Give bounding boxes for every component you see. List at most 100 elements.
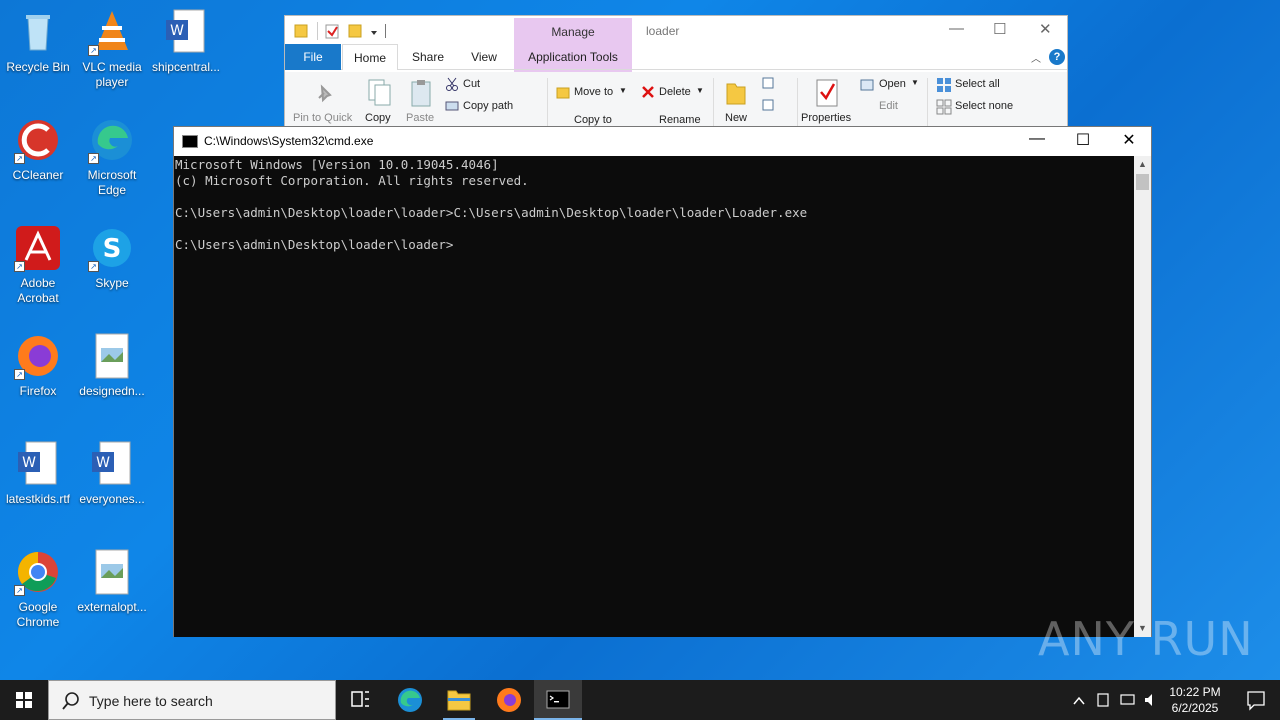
cmd-close-button[interactable]: ✕ (1106, 130, 1152, 150)
tray-icons (1073, 693, 1152, 707)
desktop-icon-shipcentral[interactable]: W shipcentral... (148, 8, 224, 75)
move-to-button[interactable]: Move to (574, 86, 613, 98)
collapse-ribbon-icon[interactable]: ︿ (1031, 50, 1041, 65)
taskbar-edge-button[interactable] (386, 680, 434, 720)
task-view-icon (351, 691, 369, 707)
desktop-icon-recycle-bin[interactable]: Recycle Bin (0, 8, 76, 75)
taskbar-search-box[interactable]: Type here to search (48, 680, 336, 720)
cmd-title-bar[interactable]: C:\Windows\System32\cmd.exe — ☐ ✕ (174, 127, 1151, 156)
desktop-icon-label: latestkids.rtf (5, 492, 71, 506)
taskbar: Type here to search 10:22 PM 6/2/2025 (0, 680, 1280, 720)
select-all-icon (937, 78, 951, 92)
console-scrollbar[interactable]: ▲ ▼ (1134, 156, 1151, 637)
cmd-minimize-button[interactable]: — (1014, 130, 1060, 148)
console-prompt-line: C:\Users\admin\Desktop\loader\loader> (175, 237, 454, 252)
desktop-icon-label: Recycle Bin (6, 60, 70, 74)
paste-button[interactable]: Paste (406, 112, 434, 124)
properties-icon (816, 79, 838, 107)
desktop-icon-adobe-acrobat[interactable]: ↗ Adobe Acrobat (0, 224, 76, 306)
clock-date: 6/2/2025 (1171, 701, 1219, 715)
open-button[interactable]: Open (879, 78, 906, 90)
ccleaner-icon: ↗ (14, 116, 62, 164)
cut-button[interactable]: Cut (463, 78, 480, 90)
edit-button[interactable]: Edit (879, 100, 898, 112)
desktop-icon-externalopt[interactable]: externalopt... (74, 548, 150, 615)
desktop-icon-designedn[interactable]: designedn... (74, 332, 150, 399)
desktop-icon-firefox[interactable]: ↗ Firefox (0, 332, 76, 399)
pin-to-quick-access-button[interactable]: Pin to Quick (293, 112, 352, 124)
manage-tab-label[interactable]: Manage (514, 25, 632, 39)
pin-icon (318, 84, 332, 103)
tab-file[interactable]: File (285, 44, 341, 70)
explorer-title-bar[interactable]: Manage loader — ☐ ✕ (285, 16, 1067, 44)
device-icon (1097, 693, 1109, 707)
image-file-icon (88, 332, 136, 380)
desktop-icon-google-chrome[interactable]: ↗ Google Chrome (0, 548, 76, 630)
search-icon (62, 692, 79, 710)
console-output[interactable]: Microsoft Windows [Version 10.0.19045.40… (174, 156, 1135, 637)
copy-path-button[interactable]: Copy path (463, 100, 513, 112)
cmd-maximize-button[interactable]: ☐ (1060, 130, 1106, 150)
select-all-button[interactable]: Select all (955, 78, 1000, 90)
anyrun-watermark: ANY RUN (1038, 612, 1254, 666)
desktop-icon-label: Microsoft Edge (87, 168, 137, 197)
desktop-icon-label: Adobe Acrobat (17, 276, 59, 305)
task-view-button[interactable] (336, 680, 384, 720)
desktop-icon-label: externalopt... (77, 600, 147, 614)
desktop-icon-latestkids[interactable]: W latestkids.rtf (0, 440, 76, 507)
quick-access-toolbar-icon[interactable] (293, 22, 393, 40)
word-document-icon: W (88, 440, 136, 488)
desktop-icon-vlc[interactable]: ↗ VLC media player (74, 8, 150, 90)
delete-dropdown-icon: ▼ (696, 86, 704, 95)
help-icon[interactable]: ? (1049, 49, 1065, 65)
select-none-button[interactable]: Select none (955, 100, 1013, 112)
tab-home[interactable]: Home (342, 44, 398, 70)
windows-logo-icon (16, 692, 32, 708)
shortcut-arrow-icon: ↗ (88, 261, 99, 272)
delete-button[interactable]: Delete (659, 86, 691, 98)
console-line: ​ (175, 189, 1134, 205)
explorer-window-title: loader (646, 24, 680, 38)
word-document-icon: W (162, 8, 210, 56)
desktop-icon-everyones[interactable]: W everyones... (74, 440, 150, 507)
image-file-icon (88, 548, 136, 596)
svg-text:W: W (170, 23, 184, 39)
desktop-icon-skype[interactable]: S ↗ Skype (74, 224, 150, 291)
explorer-minimize-button[interactable]: — (949, 20, 964, 37)
copy-to-button[interactable]: Copy to (574, 114, 612, 126)
taskbar-cmd-button[interactable] (534, 680, 582, 720)
edge-icon: ↗ (88, 116, 136, 164)
tab-share[interactable]: Share (403, 44, 453, 70)
skype-icon: S ↗ (88, 224, 136, 272)
console-line: C:\Users\admin\Desktop\loader\loader>C:\… (175, 205, 808, 220)
desktop-icon-edge[interactable]: ↗ Microsoft Edge (74, 116, 150, 198)
console-line: ​ (175, 221, 1134, 237)
desktop-icon-ccleaner[interactable]: ↗ CCleaner (0, 116, 76, 183)
start-button[interactable] (0, 680, 48, 720)
taskbar-firefox-button[interactable] (485, 680, 533, 720)
taskbar-file-explorer-button[interactable] (435, 680, 483, 720)
desktop-icon-label: Skype (95, 276, 129, 290)
firefox-icon: ↗ (14, 332, 62, 380)
notification-icon (1247, 691, 1265, 711)
new-folder-icon (726, 83, 746, 105)
vlc-icon: ↗ (88, 8, 136, 56)
desktop-icon-label: shipcentral... (151, 60, 221, 74)
tab-application-tools[interactable]: Application Tools (514, 44, 632, 70)
taskbar-clock[interactable]: 10:22 PM 6/2/2025 (1160, 684, 1230, 716)
cmd-window[interactable]: C:\Windows\System32\cmd.exe — ☐ ✕ Micros… (173, 126, 1152, 637)
scroll-up-icon[interactable]: ▲ (1134, 156, 1151, 173)
console-line: Microsoft Windows [Version 10.0.19045.40… (175, 157, 499, 172)
properties-button[interactable]: Properties (801, 112, 851, 124)
copy-button[interactable]: Copy (365, 112, 391, 124)
rename-button[interactable]: Rename (659, 114, 701, 126)
explorer-maximize-button[interactable]: ☐ (993, 20, 1006, 38)
notification-center-button[interactable] (1232, 680, 1280, 720)
adobe-acrobat-icon: ↗ (14, 224, 62, 272)
scroll-thumb[interactable] (1136, 174, 1149, 190)
cut-icon (446, 77, 458, 91)
new-folder-button[interactable]: New (725, 112, 747, 124)
new-item-icon (762, 77, 774, 111)
explorer-close-button[interactable]: ✕ (1039, 20, 1052, 38)
tab-view[interactable]: View (459, 44, 509, 70)
